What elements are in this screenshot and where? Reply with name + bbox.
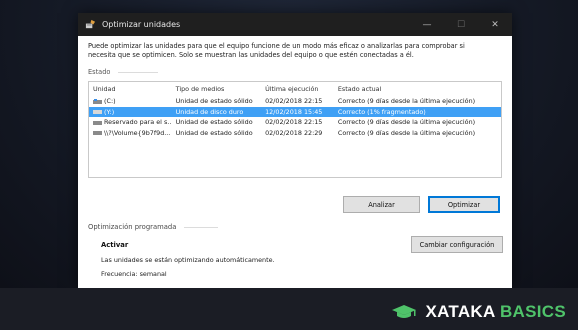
drive-status: Correcto (1% fragmentado) (337, 107, 426, 116)
drive-unit: \\?\Volume{9b7f9d... (104, 128, 171, 137)
column-header-tipo[interactable]: Tipo de medios (172, 85, 261, 93)
drive-last-run: 12/02/2018 15:45 (265, 107, 323, 116)
drive-status: Correcto (9 días desde la última ejecuci… (337, 118, 476, 127)
status-section-header: Estado (88, 68, 502, 76)
brand-logo: XATAKA BASICS (391, 302, 566, 322)
maximize-button[interactable]: ☐ (444, 13, 478, 36)
minimize-button[interactable]: — (410, 13, 444, 36)
action-buttons: Analizar Optimizar (343, 196, 500, 213)
drive-row-volume[interactable]: \\?\Volume{9b7f9d... Unidad de estado só… (89, 128, 501, 139)
column-header-unidad[interactable]: Unidad (89, 85, 172, 93)
drives-list[interactable]: Unidad Tipo de medios Última ejecución E… (88, 81, 502, 178)
optimize-button[interactable]: Optimizar (428, 196, 500, 213)
optimize-drives-window: Optimizar unidades — ☐ ✕ Puede optimizar… (78, 13, 512, 288)
section-divider (184, 226, 218, 228)
drive-status: Correcto (9 días desde la última ejecuci… (337, 128, 476, 137)
brand-name: XATAKA BASICS (425, 302, 566, 322)
graduation-cap-icon (392, 305, 417, 318)
brand-name-prefix: XATAKA (425, 302, 495, 321)
drive-unit: (Y:) (104, 107, 115, 116)
drive-row-y[interactable]: (Y:) Unidad de disco duro 12/02/2018 15:… (89, 106, 501, 117)
window-controls: — ☐ ✕ (410, 13, 512, 36)
defrag-app-icon (85, 19, 96, 29)
drive-row-c[interactable]: (C:) Unidad de estado sólido 02/02/2018 … (89, 96, 501, 107)
close-button[interactable]: ✕ (478, 13, 512, 36)
column-header-estado[interactable]: Estado actual (334, 85, 501, 93)
drive-last-run: 02/02/2018 22:15 (265, 97, 323, 106)
scheduled-state: Activar (101, 241, 129, 249)
analyze-button[interactable]: Analizar (343, 196, 420, 213)
drive-media: Unidad de estado sólido (175, 128, 253, 137)
scheduled-section-label: Optimización programada (88, 223, 177, 231)
drive-unit: Reservado para el s... (104, 118, 172, 127)
drive-row-reserved[interactable]: Reservado para el s... Unidad de estado … (89, 117, 501, 128)
hard-drive-icon (93, 110, 102, 115)
window-description: Puede optimizar las unidades para que el… (88, 42, 465, 59)
system-drive-icon (93, 98, 102, 104)
list-header: Unidad Tipo de medios Última ejecución E… (89, 82, 501, 96)
drive-media: Unidad de estado sólido (175, 118, 253, 127)
drive-last-run: 02/02/2018 22:15 (265, 118, 323, 127)
scheduled-frequency: Frecuencia: semanal (101, 270, 167, 278)
column-header-ultima[interactable]: Última ejecución (261, 85, 334, 93)
scheduled-description: Las unidades se están optimizando automá… (101, 256, 275, 264)
brand-footer: XATAKA BASICS (0, 288, 578, 330)
drive-status: Correcto (9 días desde la última ejecuci… (337, 97, 476, 106)
change-settings-button[interactable]: Cambiar configuración (411, 236, 503, 253)
drive-unit: (C:) (104, 97, 116, 106)
drive-icon (93, 120, 102, 125)
scheduled-section-header: Optimización programada (88, 223, 218, 231)
drive-last-run: 02/02/2018 22:29 (265, 128, 323, 137)
drive-icon (93, 131, 102, 136)
title-bar[interactable]: Optimizar unidades — ☐ ✕ (78, 13, 512, 36)
status-section-label: Estado (88, 68, 111, 76)
drive-media: Unidad de estado sólido (175, 97, 253, 106)
brand-name-suffix: BASICS (499, 302, 566, 321)
drive-media: Unidad de disco duro (175, 107, 244, 116)
window-title: Optimizar unidades (102, 20, 181, 29)
section-divider (118, 71, 159, 73)
